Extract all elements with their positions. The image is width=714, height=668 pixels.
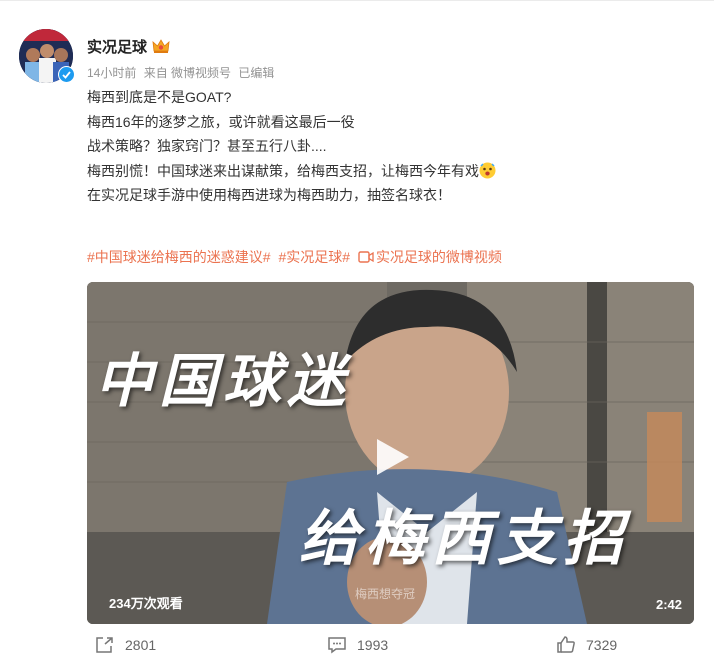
- username[interactable]: 实况足球: [87, 36, 147, 57]
- post-source[interactable]: 来自 微博视频号: [144, 66, 231, 80]
- video-duration: 2:42: [655, 597, 682, 612]
- hashtag-link[interactable]: #实况足球#: [278, 249, 350, 265]
- video-overlay-subtitle: 给梅西支招: [299, 504, 629, 574]
- top-divider: [0, 0, 714, 1]
- post-line: 梅西别慌！中国球迷来出谋献策，给梅西支招，让梅西今年有戏: [87, 162, 479, 179]
- emoji-icon: [479, 162, 496, 178]
- like-count: 7329: [586, 637, 618, 653]
- video-overlay-title: 中国球迷: [95, 347, 352, 415]
- video-link[interactable]: 实况足球的微博视频: [376, 249, 502, 265]
- video-player[interactable]: 中国球迷 给梅西支招 梅西想夺冠 234万次观看 2:42: [87, 282, 694, 624]
- hashtag-link[interactable]: #中国球迷给梅西的迷惑建议#: [87, 249, 271, 265]
- video-watermark: 梅西想夺冠: [355, 587, 416, 601]
- post-line: 在实况足球手游中使用梅西进球为梅西助力，抽签名球衣！: [87, 187, 451, 203]
- crown-icon[interactable]: [152, 38, 170, 54]
- comment-count: 1993: [357, 637, 389, 653]
- repost-icon: [96, 637, 113, 653]
- repost-button[interactable]: 2801: [95, 636, 156, 654]
- comment-icon: [328, 637, 346, 654]
- post-line: 战术策略？独家窍门？甚至五行八卦....: [87, 138, 327, 154]
- action-bar: 2801 1993 7329: [0, 632, 714, 662]
- like-icon: [557, 636, 575, 653]
- post-meta: 14小时前 来自 微博视频号 已编辑: [87, 64, 278, 81]
- repost-count: 2801: [125, 637, 157, 653]
- like-button[interactable]: 7329: [556, 636, 617, 654]
- post-line-with-emoji: 梅西别慌！中国球迷来出谋献策，给梅西支招，让梅西今年有戏: [87, 159, 687, 184]
- video-icon: [358, 251, 374, 263]
- edited-label: 已编辑: [238, 66, 275, 80]
- comment-button[interactable]: 1993: [327, 636, 388, 654]
- post-line: 梅西到底是不是GOAT?: [87, 89, 232, 105]
- verified-icon: [58, 66, 75, 83]
- post-line: 梅西16年的逐梦之旅，或许就看这最后一役: [87, 113, 355, 130]
- hashtags: #中国球迷给梅西的迷惑建议# #实况足球# 实况足球的微博视频: [87, 247, 506, 267]
- view-count: 234万次观看: [109, 596, 183, 611]
- play-icon[interactable]: [367, 433, 415, 481]
- post-time[interactable]: 14小时前: [87, 66, 136, 80]
- post-text: 梅西到底是不是GOAT? 梅西16年的逐梦之旅，或许就看这最后一役 战术策略？独…: [87, 85, 687, 208]
